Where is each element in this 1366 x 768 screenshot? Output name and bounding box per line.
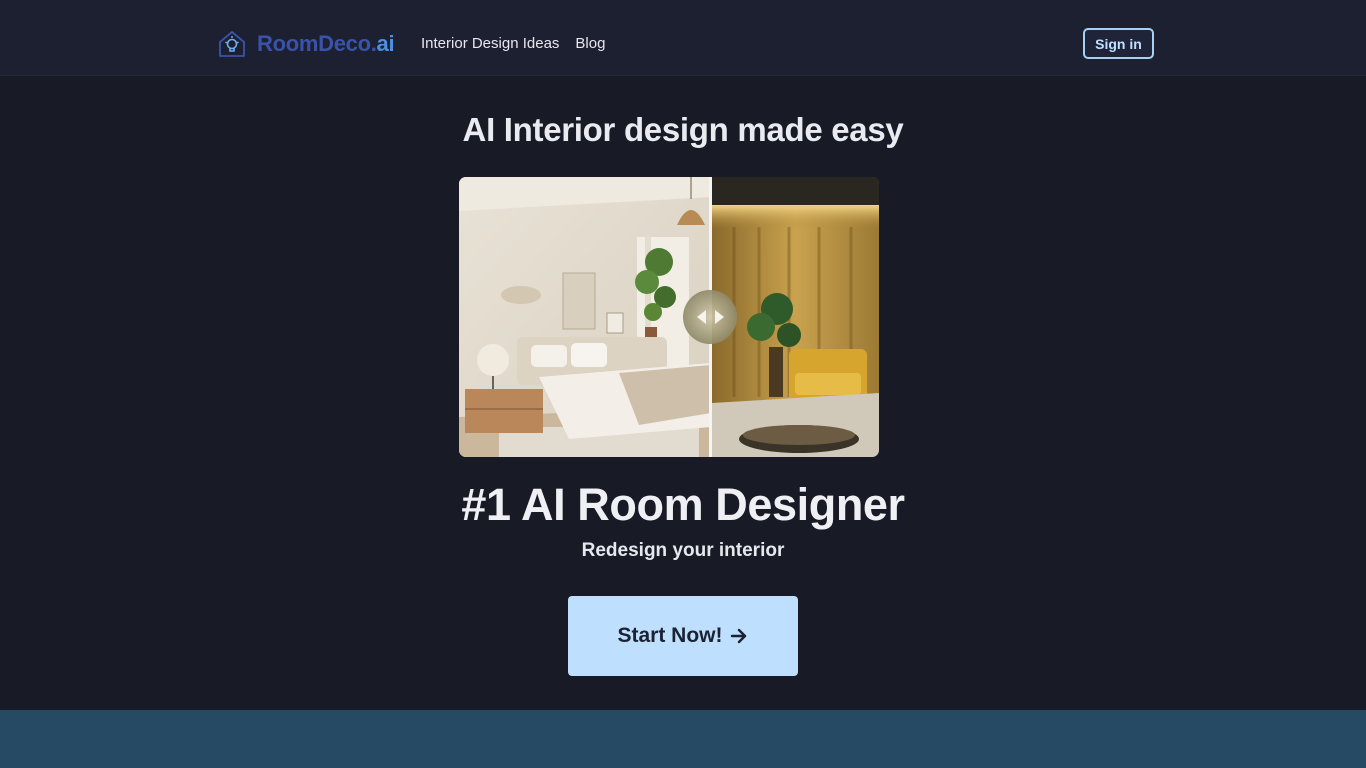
logo-brand: RoomDeco (257, 31, 371, 56)
logo-text: RoomDeco.ai (257, 31, 395, 57)
hero-tagline: AI Interior design made easy (462, 111, 904, 148)
site-header: RoomDeco.ai Interior Design Ideas Blog S… (0, 0, 1366, 76)
before-after-slider[interactable] (459, 177, 879, 457)
logo-ai: ai (376, 31, 395, 56)
hero-subhead: Redesign your interior (581, 540, 785, 561)
nav-interior-design-ideas[interactable]: Interior Design Ideas (421, 35, 559, 52)
room-comparison-image (459, 177, 879, 457)
hero-headline: #1 AI Room Designer (461, 479, 905, 530)
next-section-band (0, 710, 1366, 768)
main-nav: Interior Design Ideas Blog (421, 35, 605, 52)
start-now-button[interactable]: Start Now! (568, 596, 798, 676)
logo-link[interactable]: RoomDeco.ai (217, 29, 395, 59)
sign-in-button[interactable]: Sign in (1083, 28, 1154, 59)
start-now-label: Start Now! (617, 624, 723, 647)
arrow-right-icon (730, 628, 746, 644)
nav-blog[interactable]: Blog (575, 35, 605, 52)
house-bulb-icon (219, 31, 245, 57)
